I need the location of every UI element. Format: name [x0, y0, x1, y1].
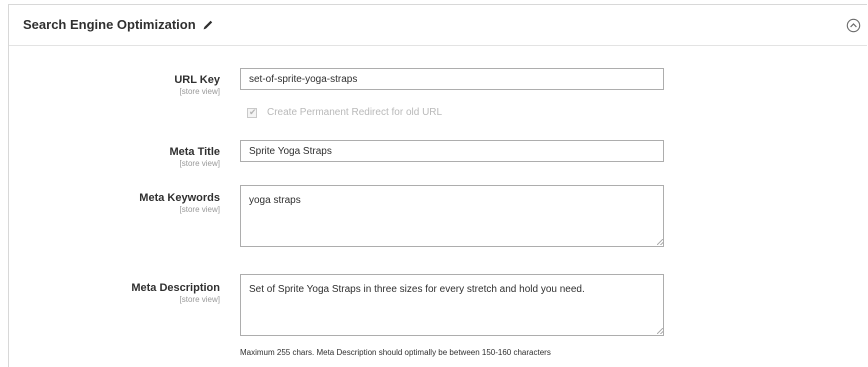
meta-title-label: Meta Title [169, 146, 220, 158]
meta-keywords-scope: [store view] [179, 205, 220, 214]
meta-description-scope: [store view] [179, 295, 220, 304]
resize-handle-icon[interactable] [657, 239, 663, 245]
pencil-icon[interactable] [201, 18, 215, 32]
redirect-checkbox-label[interactable]: Create Permanent Redirect for old URL [267, 107, 442, 118]
chevron-up-circle-icon[interactable] [846, 18, 861, 33]
seo-section-panel: Search Engine Optimization URL Key [stor… [8, 4, 867, 367]
section-header[interactable]: Search Engine Optimization [9, 5, 867, 46]
meta-keywords-label: Meta Keywords [139, 192, 220, 204]
meta-keywords-textarea[interactable]: yoga straps [240, 185, 664, 247]
meta-keywords-label-group: Meta Keywords [store view] [20, 191, 220, 215]
meta-title-input[interactable] [240, 140, 664, 162]
url-key-label-group: URL Key [store view] [20, 73, 220, 97]
meta-description-label-group: Meta Description [store view] [20, 281, 220, 305]
meta-title-label-group: Meta Title [store view] [20, 145, 220, 169]
meta-description-label: Meta Description [131, 282, 220, 294]
section-title[interactable]: Search Engine Optimization [23, 17, 196, 32]
url-key-scope: [store view] [179, 87, 220, 96]
resize-handle-icon[interactable] [657, 328, 663, 334]
meta-description-note: Maximum 255 chars. Meta Description shou… [240, 348, 551, 357]
meta-description-textarea[interactable]: Set of Sprite Yoga Straps in three sizes… [240, 274, 664, 336]
url-key-input[interactable] [240, 68, 664, 90]
url-key-label: URL Key [174, 74, 220, 86]
checkmark-icon: ✔ [249, 107, 257, 117]
redirect-checkbox[interactable]: ✔ [247, 107, 257, 118]
meta-title-scope: [store view] [179, 159, 220, 168]
